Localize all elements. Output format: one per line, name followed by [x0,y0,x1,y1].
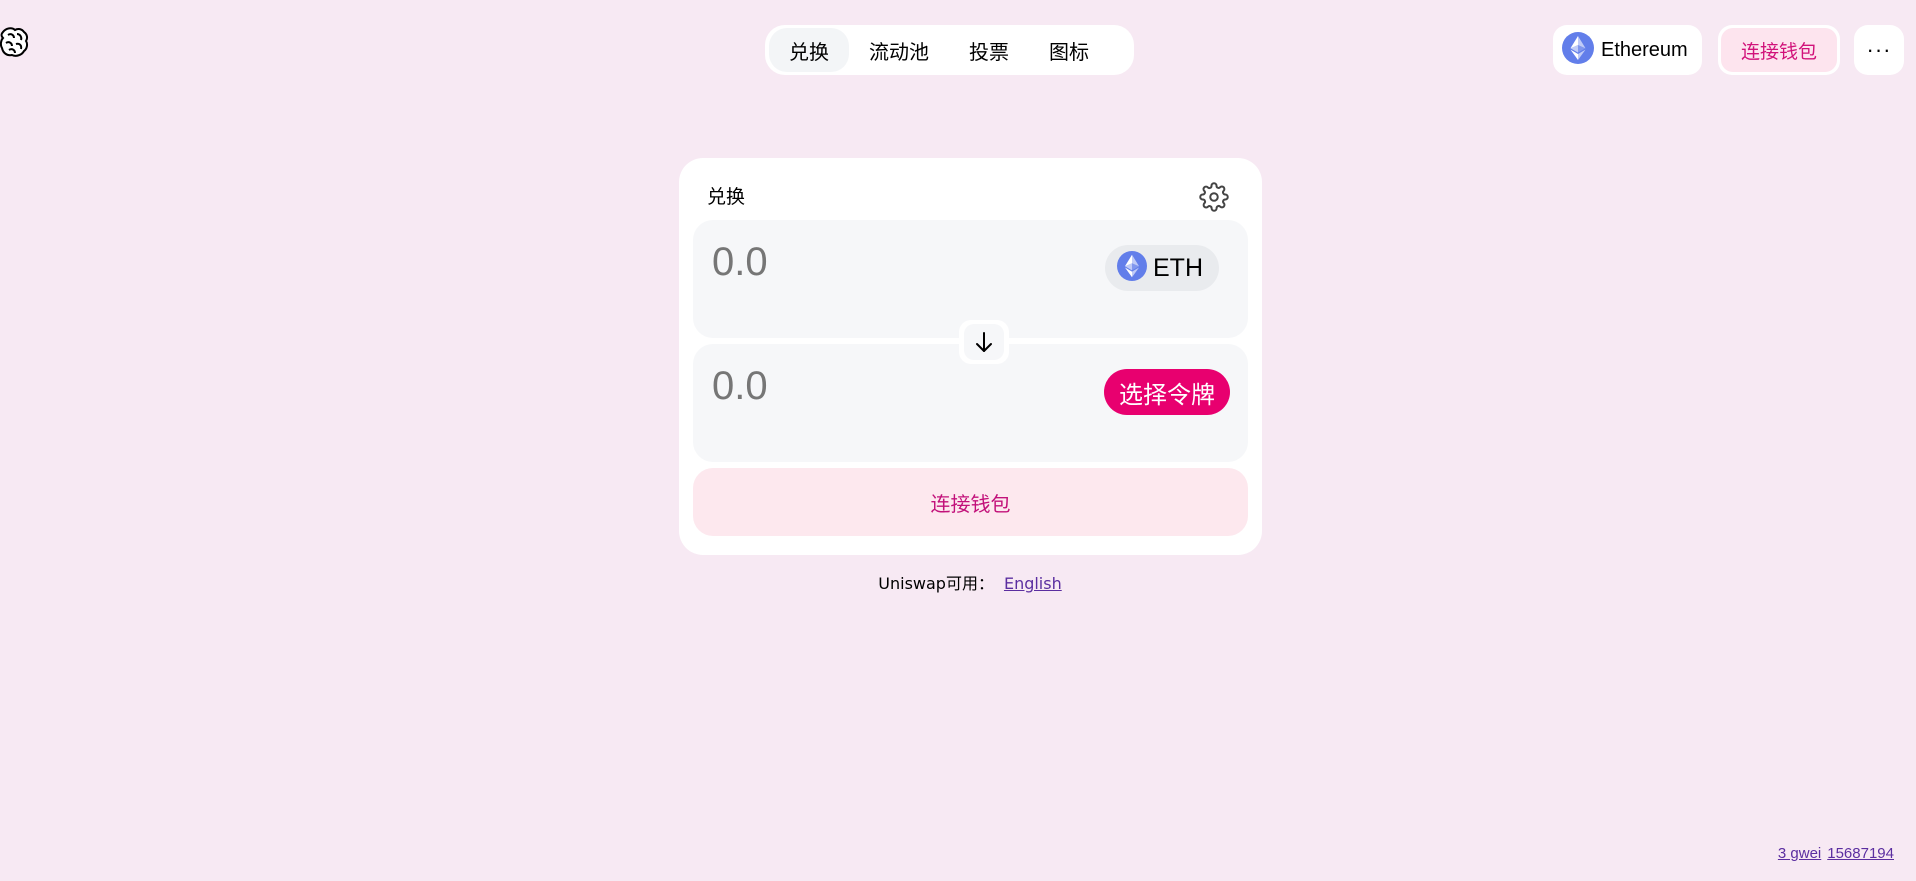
tab-swap[interactable]: 兑换 [769,28,849,72]
gas-price-link[interactable]: 3 gwei [1778,845,1821,862]
tab-pool[interactable]: 流动池 [849,28,949,72]
availability-text: Uniswap可用： [878,574,994,593]
language-availability: Uniswap可用： English [0,570,1916,594]
more-menu-button[interactable]: ··· [1854,25,1904,75]
uniswap-logo-icon[interactable] [0,26,30,58]
language-link-english[interactable]: English [1004,574,1062,593]
input-amount-field[interactable] [712,240,1072,285]
connect-wallet-main-button[interactable]: 连接钱包 [693,468,1248,536]
ethereum-icon [1562,31,1594,69]
arrow-down-icon [964,324,1004,360]
network-label: Ethereum [1601,38,1688,61]
input-token-label: ETH [1153,253,1203,282]
network-status: 3 gwei 15687194 [1772,845,1894,862]
block-number-link[interactable]: 15687194 [1827,845,1894,862]
swap-card: 兑换 ETH 选择令牌 [679,158,1262,555]
connect-wallet-button[interactable]: 连接钱包 [1718,25,1840,75]
main-nav: 兑换 流动池 投票 图标 [765,25,1134,75]
swap-title: 兑换 [707,186,746,208]
input-token-selector[interactable]: ETH [1105,245,1219,291]
ethereum-icon [1117,250,1147,286]
switch-tokens-button[interactable] [959,320,1009,364]
network-selector[interactable]: Ethereum [1553,25,1702,75]
output-amount-field[interactable] [712,364,1072,409]
gear-icon[interactable] [1199,182,1229,212]
tab-charts[interactable]: 图标 [1029,28,1109,72]
connect-wallet-label: 连接钱包 [1721,28,1837,72]
select-token-button[interactable]: 选择令牌 [1104,369,1230,415]
tab-vote[interactable]: 投票 [949,28,1029,72]
